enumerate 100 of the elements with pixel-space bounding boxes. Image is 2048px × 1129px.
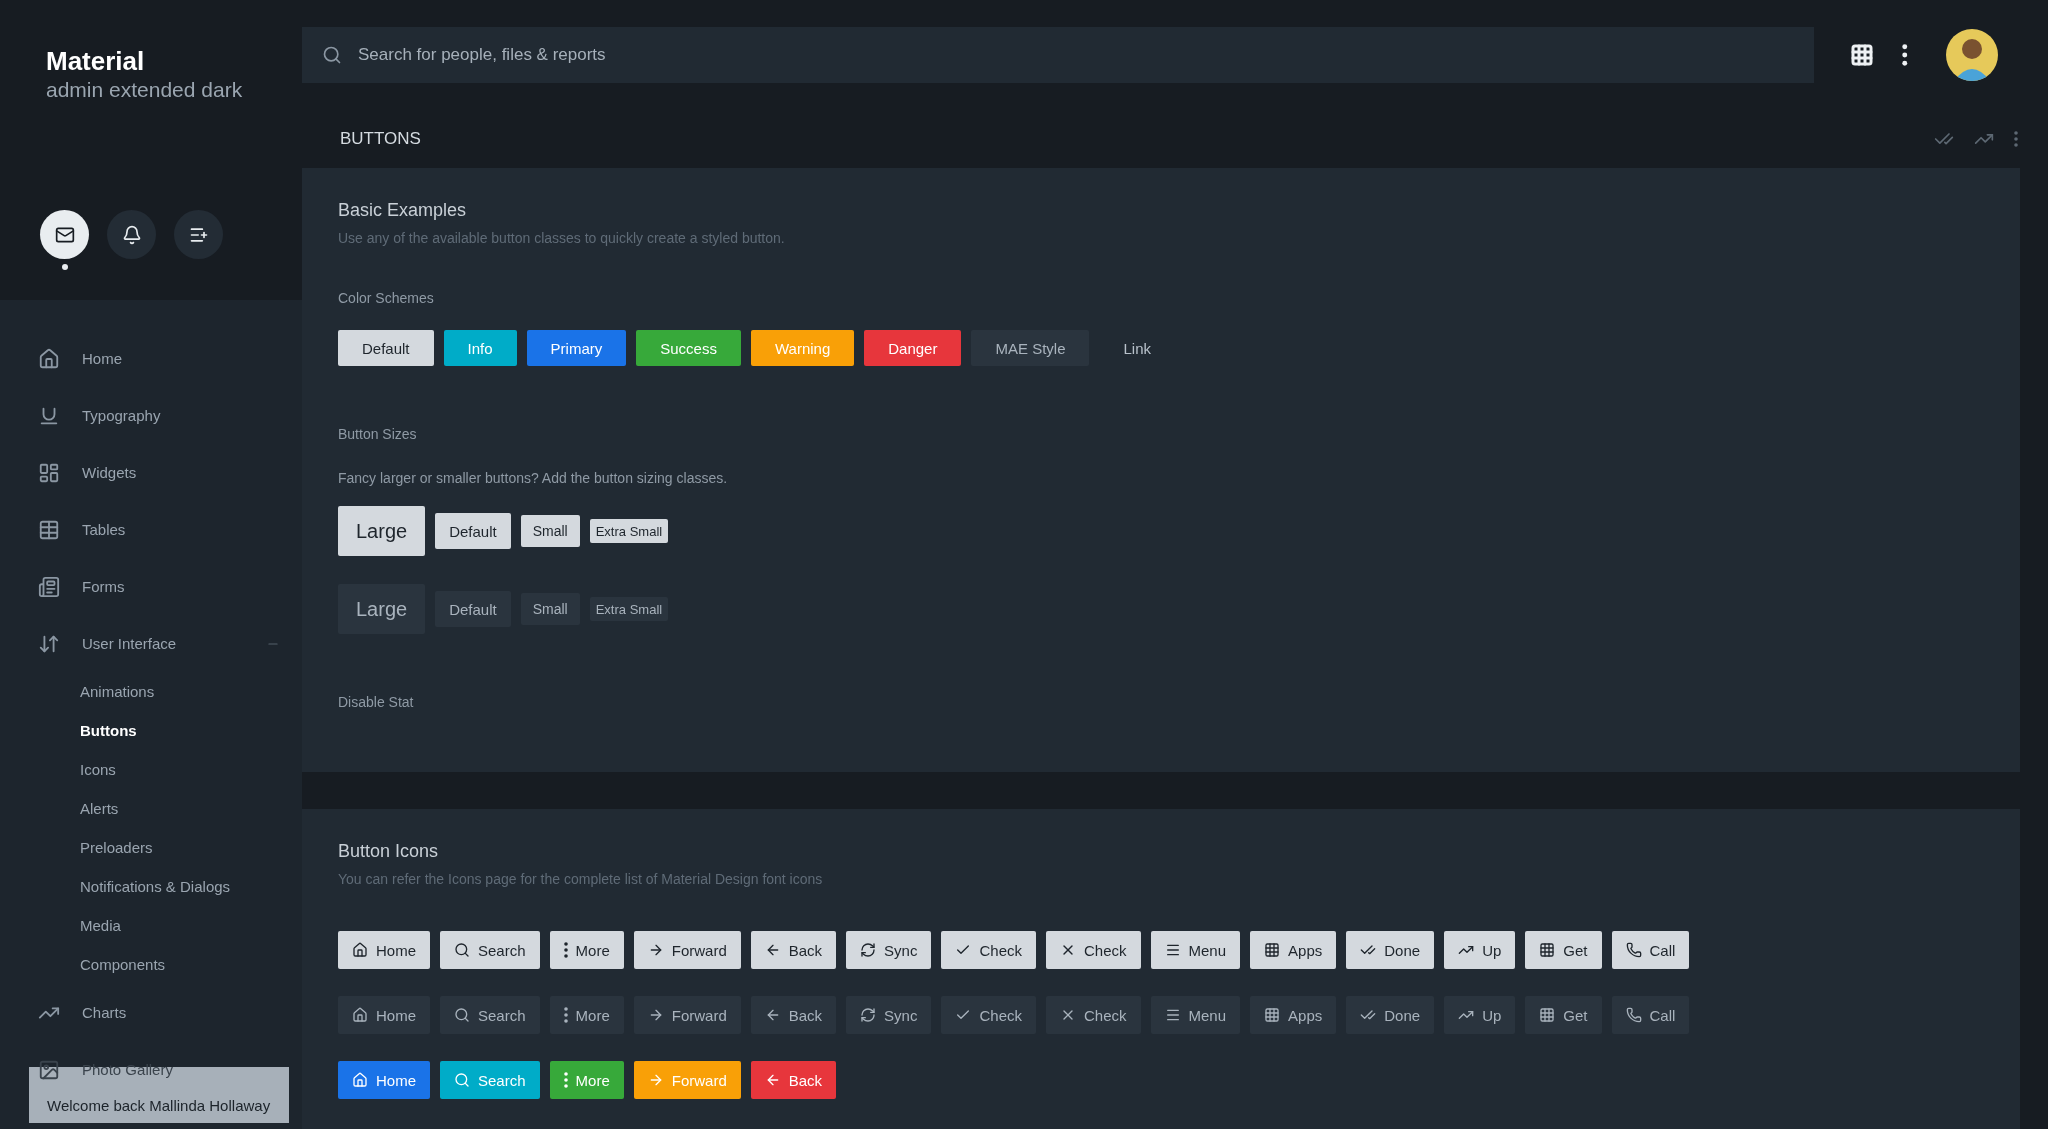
sidebar-subitem[interactable]: Components <box>0 945 302 984</box>
brand-subtitle: admin extended dark <box>46 78 244 102</box>
icon-button[interactable]: Search <box>440 931 540 969</box>
icon-button[interactable]: Back <box>750 1061 837 1099</box>
sidebar-item[interactable]: Forms <box>0 558 302 615</box>
sidebar-item[interactable]: User Interface <box>0 615 302 672</box>
icon-button[interactable]: Check <box>1046 931 1141 969</box>
sidebar-item[interactable]: Tables <box>0 501 302 558</box>
sidebar-subitem[interactable]: Preloaders <box>0 828 302 867</box>
brand-title: Material <box>46 46 146 77</box>
icon-button[interactable]: Up <box>1444 996 1516 1034</box>
card-title: Button Icons <box>338 841 440 862</box>
more-icon <box>563 1072 568 1088</box>
icon-button[interactable]: Home <box>338 1061 430 1099</box>
icon-button[interactable]: Menu <box>1150 996 1241 1034</box>
sidebar-subitem[interactable]: Media <box>0 906 302 945</box>
phone-icon <box>1625 1007 1642 1023</box>
sidebar-subitem[interactable]: Alerts <box>0 789 302 828</box>
link[interactable]: Link <box>1099 330 1175 366</box>
icon-button[interactable]: Back <box>750 931 837 969</box>
icon-button[interactable]: Check <box>941 931 1036 969</box>
icon-button[interactable]: Up <box>1444 931 1516 969</box>
icon-button[interactable]: Call <box>1611 931 1690 969</box>
icon-button[interactable]: Apps <box>1250 996 1337 1034</box>
card-title: Basic Examples <box>338 200 468 221</box>
icon-button[interactable]: Back <box>750 996 837 1034</box>
grid-icon <box>1539 942 1556 958</box>
search-bar[interactable]: Search for people, files & reports <box>302 27 1814 83</box>
sidebar-subitem[interactable]: Animations <box>0 672 302 711</box>
quick-action-button[interactable] <box>174 210 223 259</box>
sidebar-item[interactable]: Typography <box>0 387 302 444</box>
icon-button[interactable]: Menu <box>1150 931 1241 969</box>
sidebar-item[interactable]: Charts <box>0 984 302 1041</box>
icon-button[interactable]: Get <box>1525 931 1602 969</box>
icon-button[interactable]: Apps <box>1250 931 1337 969</box>
menu-icon <box>1164 942 1181 958</box>
more-icon <box>563 1007 568 1023</box>
card-description: Use any of the available button classes to quickly create a styled button. <box>338 230 786 246</box>
icon-button[interactable]: Forward <box>633 996 741 1034</box>
button[interactable]: Default <box>435 513 511 549</box>
sync-icon <box>860 942 877 958</box>
icon-button[interactable]: More <box>549 931 624 969</box>
quick-action-button[interactable] <box>107 210 156 259</box>
icon-button[interactable]: Home <box>338 996 430 1034</box>
bell-icon <box>121 224 142 245</box>
icon-button[interactable]: Forward <box>633 931 741 969</box>
sidebar-item[interactable]: Home <box>0 330 302 387</box>
table-icon <box>38 518 60 541</box>
more-icon[interactable] <box>1902 44 1908 66</box>
button[interactable]: Extra Small <box>589 597 669 621</box>
grid-icon <box>1264 942 1281 958</box>
icon-button[interactable]: Get <box>1525 996 1602 1034</box>
sidebar-subitem[interactable]: Notifications & Dialogs <box>0 867 302 906</box>
sidebar-subitem[interactable]: Buttons <box>0 711 302 750</box>
icon-button[interactable]: Search <box>440 996 540 1034</box>
page-title: BUTTONS <box>340 129 422 149</box>
button[interactable]: Small <box>520 515 580 547</box>
search-icon <box>454 1007 470 1023</box>
search-field[interactable]: Search for people, files & reports <box>356 44 1814 66</box>
icon-button[interactable]: Check <box>941 996 1036 1034</box>
sync-icon <box>860 1007 877 1023</box>
grid-icon <box>1539 1007 1556 1023</box>
button[interactable]: Default <box>435 591 511 627</box>
search-icon <box>454 942 470 958</box>
home-icon <box>352 1007 368 1023</box>
more-icon <box>563 942 568 958</box>
sidebar-subitem[interactable]: Icons <box>0 750 302 789</box>
apps-grid-icon[interactable] <box>1850 43 1874 67</box>
search-icon <box>322 45 342 65</box>
button[interactable]: Large <box>338 506 426 556</box>
button[interactable]: Primary <box>526 330 627 366</box>
home-icon <box>38 347 60 370</box>
icon-button[interactable]: Done <box>1346 996 1435 1034</box>
button[interactable]: Small <box>520 593 580 625</box>
icon-button[interactable]: Sync <box>846 996 932 1034</box>
menu-icon <box>1164 1007 1181 1023</box>
quick-action-button[interactable] <box>40 210 89 259</box>
button[interactable]: Default <box>338 330 434 366</box>
button[interactable]: Large <box>338 584 426 634</box>
icon-button[interactable]: More <box>549 996 624 1034</box>
section-description: Fancy larger or smaller buttons? Add the button sizing classes. <box>338 470 729 486</box>
widgets-icon <box>38 461 60 484</box>
card-description: You can refer the Icons page for the complete list of Material Design font icons <box>338 871 824 887</box>
icon-button[interactable]: Done <box>1346 931 1435 969</box>
news-icon <box>38 575 60 598</box>
phone-icon <box>1625 942 1642 958</box>
button[interactable]: Extra Small <box>589 519 669 543</box>
sidebar-item[interactable]: Widgets <box>0 444 302 501</box>
icon-button[interactable]: Call <box>1611 996 1690 1034</box>
search-icon <box>454 1072 470 1088</box>
section-heading: Disable Stat <box>338 694 415 710</box>
home-icon <box>352 1072 368 1088</box>
icon-button[interactable]: Sync <box>846 931 932 969</box>
section-heading: Color Schemes <box>338 290 435 306</box>
button[interactable]: MAE Style <box>971 330 1090 366</box>
avatar[interactable] <box>1945 29 1998 81</box>
section-heading: Button Sizes <box>338 426 418 442</box>
icon-button[interactable]: Home <box>338 931 430 969</box>
button[interactable]: Danger <box>864 330 962 366</box>
icon-button[interactable]: Check <box>1046 996 1141 1034</box>
